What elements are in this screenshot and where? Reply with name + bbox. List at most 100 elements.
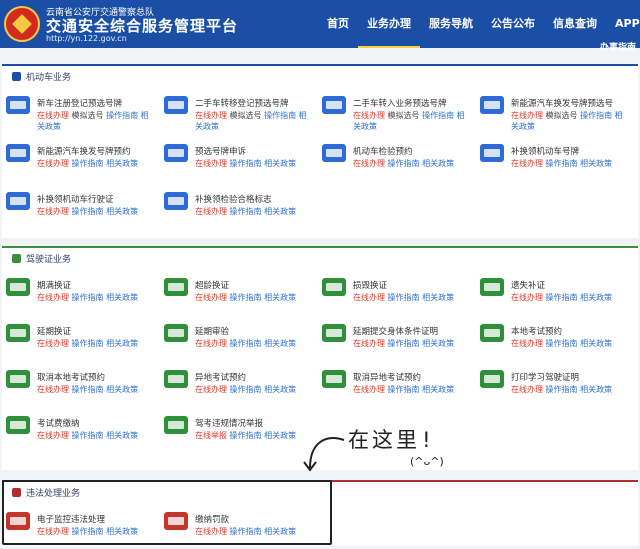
service-item[interactable]: 取消异地考试预约 在线办理 操作指南 相关政策 (318, 364, 473, 410)
service-link[interactable]: 操作指南 (72, 431, 107, 440)
service-link[interactable]: 相关政策 (580, 159, 612, 168)
service-link[interactable]: 相关政策 (422, 293, 454, 302)
service-link[interactable]: 在线办理 (511, 339, 546, 348)
service-link[interactable]: 相关政策 (264, 385, 296, 394)
service-name[interactable]: 延期审验 (195, 325, 229, 337)
service-item[interactable]: 机动车检验预约 在线办理 操作指南 相关政策 (318, 138, 473, 184)
nav-item-3[interactable]: 公告公布 (482, 0, 544, 48)
service-name[interactable]: 延期提交身体条件证明 (353, 325, 438, 337)
service-link[interactable]: 操作指南 (546, 159, 581, 168)
nav-dropdown[interactable]: 办事指南 (596, 40, 640, 53)
service-link[interactable]: 在线办理 (353, 111, 388, 120)
service-link[interactable]: 相关政策 (106, 339, 138, 348)
service-item[interactable]: 本地考试预约 在线办理 操作指南 相关政策 (476, 318, 631, 364)
service-link[interactable]: 操作指南 (106, 111, 141, 120)
service-link[interactable]: 在线举报 (195, 431, 230, 440)
service-link[interactable]: 操作指南 (388, 339, 423, 348)
service-link[interactable]: 相关政策 (264, 339, 296, 348)
service-name[interactable]: 期满换证 (37, 279, 71, 291)
service-name[interactable]: 本地考试预约 (511, 325, 562, 337)
service-link[interactable]: 操作指南 (388, 385, 423, 394)
service-item[interactable]: 驾考违规情况举报 在线举报 操作指南 相关政策 (160, 410, 315, 456)
service-link[interactable]: 模拟选号 (388, 111, 423, 120)
service-link[interactable]: 操作指南 (546, 385, 581, 394)
service-link[interactable]: 操作指南 (230, 339, 265, 348)
service-link[interactable]: 在线办理 (37, 431, 72, 440)
service-name[interactable]: 补换领机动车号牌 (511, 145, 579, 157)
service-link[interactable]: 相关政策 (422, 159, 454, 168)
service-link[interactable]: 在线办理 (353, 293, 388, 302)
service-link[interactable]: 操作指南 (230, 431, 265, 440)
service-link[interactable]: 在线办理 (195, 339, 230, 348)
service-item[interactable]: 预选号牌申诉 在线办理 操作指南 相关政策 (160, 138, 315, 184)
service-link[interactable]: 在线办理 (353, 159, 388, 168)
service-item[interactable]: 延期审验在线办理 操作指南 相关政策 (160, 318, 315, 364)
service-item[interactable]: 损毁换证 在线办理 操作指南 相关政策 (318, 272, 473, 318)
service-item[interactable]: 补换领检验合格标志 在线办理 操作指南 相关政策 (160, 186, 315, 232)
service-name[interactable]: 补换领机动车行驶证 (37, 193, 114, 205)
service-link[interactable]: 操作指南 (230, 385, 265, 394)
service-link[interactable]: 相关政策 (422, 385, 454, 394)
service-name[interactable]: 机动车检验预约 (353, 145, 413, 157)
service-link[interactable]: 相关政策 (106, 431, 138, 440)
service-link[interactable]: 在线办理 (37, 207, 72, 216)
service-link[interactable]: 在线办理 (195, 159, 230, 168)
service-name[interactable]: 遗失补证 (511, 279, 545, 291)
service-link[interactable]: 在线办理 (37, 293, 72, 302)
service-link[interactable]: 操作指南 (72, 207, 107, 216)
service-name[interactable]: 打印学习驾驶证明 (511, 371, 579, 383)
service-link[interactable]: 在线办理 (353, 339, 388, 348)
service-link[interactable]: 在线办理 (195, 293, 230, 302)
service-item[interactable]: 新能源汽车换发号牌预选号 在线办理 模拟选号 操作指南 相关政策 (476, 90, 631, 136)
service-name[interactable]: 延期换证 (37, 325, 71, 337)
service-item[interactable]: 二手车转移登记预选号牌 在线办理 模拟选号 操作指南 相关政策 (160, 90, 315, 136)
service-item[interactable]: 新能源汽车换发号牌预约 在线办理 操作指南 相关政策 (2, 138, 157, 184)
service-name[interactable]: 新车注册登记预选号牌 (37, 97, 122, 109)
service-link[interactable]: 模拟选号 (230, 111, 265, 120)
service-link[interactable]: 操作指南 (546, 293, 581, 302)
service-link[interactable]: 在线办理 (37, 385, 72, 394)
service-name[interactable]: 补换领检验合格标志 (195, 193, 272, 205)
service-link[interactable]: 操作指南 (230, 207, 265, 216)
service-link[interactable]: 操作指南 (546, 339, 581, 348)
service-link[interactable]: 操作指南 (422, 111, 457, 120)
service-link[interactable]: 模拟选号 (546, 111, 581, 120)
service-link[interactable]: 在线办理 (37, 159, 72, 168)
service-name[interactable]: 取消异地考试预约 (353, 371, 421, 383)
service-link[interactable]: 相关政策 (106, 385, 138, 394)
service-name[interactable]: 预选号牌申诉 (195, 145, 246, 157)
service-link[interactable]: 在线办理 (511, 385, 546, 394)
service-item[interactable]: 遗失补证在线办理 操作指南 相关政策 (476, 272, 631, 318)
service-item[interactable]: 补换领机动车行驶证 在线办理 操作指南 相关政策 (2, 186, 157, 232)
service-name[interactable]: 二手车转入业务预选号牌 (353, 97, 447, 109)
service-link[interactable]: 在线办理 (195, 207, 230, 216)
service-link[interactable]: 在线办理 (195, 385, 230, 394)
service-link[interactable]: 操作指南 (388, 159, 423, 168)
service-link[interactable]: 操作指南 (230, 293, 265, 302)
nav-item-1[interactable]: 业务办理 (358, 0, 420, 48)
service-name[interactable]: 二手车转移登记预选号牌 (195, 97, 289, 109)
service-link[interactable]: 操作指南 (72, 159, 107, 168)
service-item[interactable]: 打印学习驾驶证明 在线办理 操作指南 相关政策 (476, 364, 631, 410)
service-link[interactable]: 操作指南 (264, 111, 299, 120)
service-name[interactable]: 取消本地考试预约 (37, 371, 105, 383)
service-link[interactable]: 相关政策 (422, 339, 454, 348)
service-link[interactable]: 在线办理 (353, 385, 388, 394)
service-link[interactable]: 相关政策 (264, 293, 296, 302)
service-link[interactable]: 相关政策 (264, 431, 296, 440)
service-item[interactable]: 二手车转入业务预选号牌 在线办理 模拟选号 操作指南 相关政策 (318, 90, 473, 136)
service-item[interactable]: 考试费缴纳 在线办理 操作指南 相关政策 (2, 410, 157, 456)
service-item[interactable]: 延期换证 在线办理 操作指南 相关政策 (2, 318, 157, 364)
service-link[interactable]: 相关政策 (106, 159, 138, 168)
service-link[interactable]: 相关政策 (580, 293, 612, 302)
service-link[interactable]: 相关政策 (106, 293, 138, 302)
service-link[interactable]: 操作指南 (388, 293, 423, 302)
service-name[interactable]: 新能源汽车换发号牌预约 (37, 145, 131, 157)
service-name[interactable]: 异地考试预约 (195, 371, 246, 383)
service-name[interactable]: 超龄换证 (195, 279, 229, 291)
service-link[interactable]: 相关政策 (580, 385, 612, 394)
service-link[interactable]: 在线办理 (511, 293, 546, 302)
service-link[interactable]: 相关政策 (106, 207, 138, 216)
service-link[interactable]: 在线办理 (511, 111, 546, 120)
service-link[interactable]: 相关政策 (264, 207, 296, 216)
